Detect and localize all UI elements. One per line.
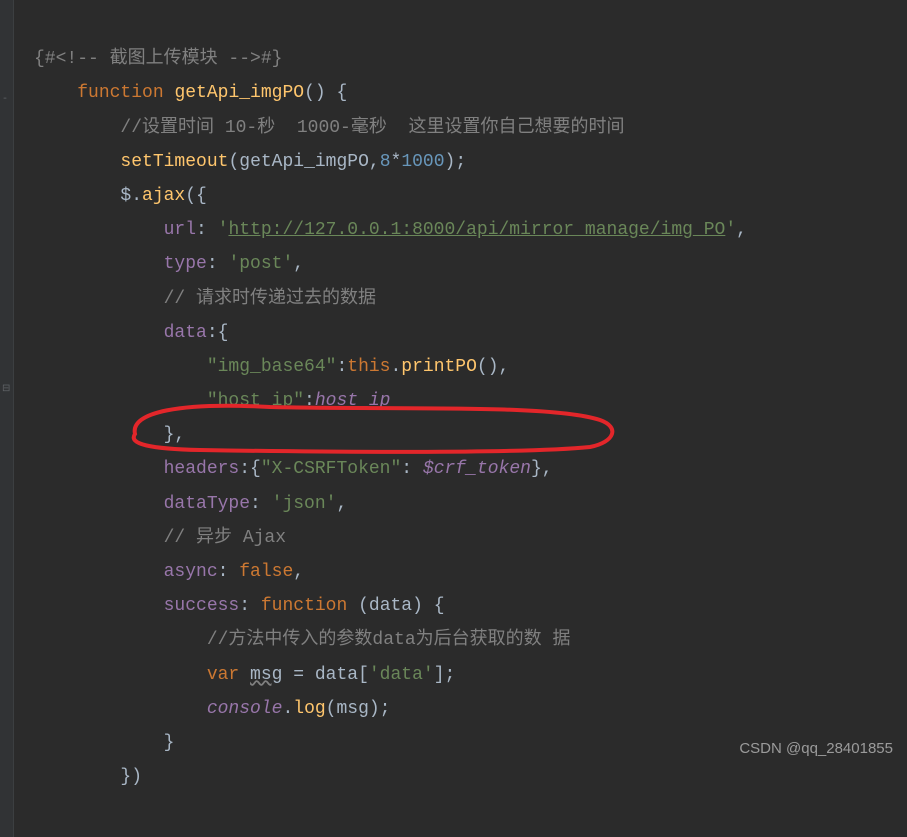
code-line: {#<!-- 截图上传模块 -->#} [34, 49, 282, 69]
gutter: ⊟ - [0, 0, 14, 837]
fold-mark-icon: ⊟ [2, 380, 10, 399]
fold-mark-icon: - [2, 90, 8, 109]
code-editor[interactable]: ⊟ - {#<!-- 截图上传模块 -->#} function getApi_… [0, 0, 907, 837]
watermark: CSDN @qq_28401855 [739, 735, 893, 764]
code-content[interactable]: {#<!-- 截图上传模块 -->#} function getApi_imgP… [14, 8, 907, 829]
